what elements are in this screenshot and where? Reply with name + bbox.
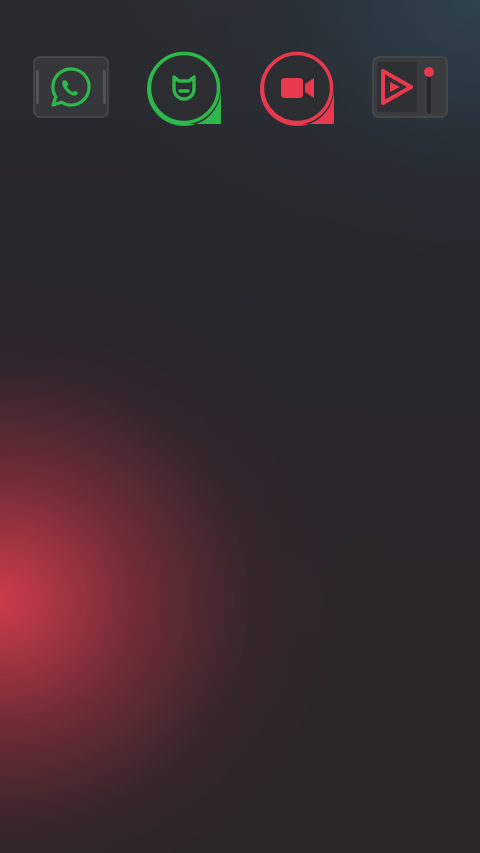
video-player-icon: [372, 56, 448, 118]
app-icon-whatsapp[interactable]: [29, 48, 113, 132]
app-icon-video-recorder[interactable]: [255, 48, 339, 132]
mi-home-icon: [147, 51, 221, 126]
app-icon-video-player[interactable]: [368, 48, 452, 132]
video-camera-icon: [260, 51, 334, 126]
home-screen: [0, 0, 480, 853]
app-row: [0, 48, 480, 132]
app-icon-mi-home[interactable]: [142, 48, 226, 132]
whatsapp-icon: [33, 56, 109, 118]
